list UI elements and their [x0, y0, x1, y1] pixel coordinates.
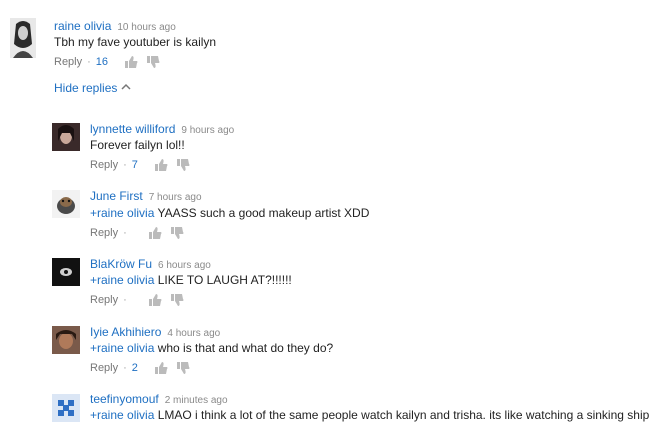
comment-body: who is that and what do they do?: [154, 341, 334, 355]
separator-dot: ·: [123, 227, 127, 239]
like-count: 16: [95, 56, 109, 68]
avatar[interactable]: [52, 394, 80, 422]
comment-actions: Reply · 2: [90, 361, 190, 375]
thumbs-down-icon[interactable]: [146, 55, 160, 69]
thumbs-up-icon[interactable]: [154, 361, 168, 375]
avatar[interactable]: [52, 258, 80, 286]
timestamp[interactable]: 9 hours ago: [181, 125, 234, 136]
mention-link[interactable]: +raine olivia: [90, 408, 154, 422]
author: raine olivia 10 hours ago: [54, 19, 176, 33]
thumbs-up-icon[interactable]: [154, 158, 168, 172]
separator-dot: ·: [123, 159, 127, 171]
mention-link[interactable]: +raine olivia: [90, 206, 154, 220]
timestamp[interactable]: 6 hours ago: [158, 260, 211, 271]
reply-button[interactable]: Reply: [90, 227, 118, 239]
timestamp[interactable]: 10 hours ago: [117, 22, 175, 33]
author: lynnette williford 9 hours ago: [90, 122, 234, 136]
hide-replies-label: Hide replies: [54, 81, 118, 95]
like-count: 2: [131, 362, 138, 374]
avatar[interactable]: [52, 326, 80, 354]
author-name[interactable]: June First: [90, 189, 143, 203]
reply-button[interactable]: Reply: [90, 294, 118, 306]
like-count: 7: [131, 159, 138, 171]
thumbs-up-icon[interactable]: [148, 293, 162, 307]
comment-text: +raine olivia YAASS such a good makeup a…: [90, 206, 369, 220]
avatar[interactable]: [52, 123, 80, 151]
comment-actions: Reply ·: [90, 293, 184, 307]
reply-button[interactable]: Reply: [90, 159, 118, 171]
reply-button[interactable]: Reply: [54, 56, 82, 68]
comment-body: LMAO i think a lot of the same people wa…: [154, 408, 650, 422]
comment-actions: Reply · 7: [90, 158, 190, 172]
thumbs-up-icon[interactable]: [124, 55, 138, 69]
mention-link[interactable]: +raine olivia: [90, 273, 154, 287]
comment-actions: Reply ·: [90, 226, 184, 240]
separator-dot: ·: [123, 362, 127, 374]
author-name[interactable]: BlaKröw Fu: [90, 257, 152, 271]
comment-text: Tbh my fave youtuber is kailyn: [54, 35, 217, 49]
thumbs-up-icon[interactable]: [148, 226, 162, 240]
hide-replies-button[interactable]: Hide replies: [54, 81, 131, 95]
thumbs-down-icon[interactable]: [170, 293, 184, 307]
author: Iyie Akhihiero 4 hours ago: [90, 325, 220, 339]
author: June First 7 hours ago: [90, 189, 202, 203]
reply-button[interactable]: Reply: [90, 362, 118, 374]
comment-text: +raine olivia who is that and what do th…: [90, 341, 333, 355]
thumbs-down-icon[interactable]: [176, 361, 190, 375]
timestamp[interactable]: 2 minutes ago: [165, 395, 228, 406]
separator-dot: ·: [87, 56, 91, 68]
chevron-up-icon: [121, 83, 131, 90]
separator-dot: ·: [123, 294, 127, 306]
comment-body: LIKE TO LAUGH AT?!!!!!!: [154, 273, 292, 287]
comment-text: +raine olivia LIKE TO LAUGH AT?!!!!!!: [90, 273, 292, 287]
author: teefinyomouf 2 minutes ago: [90, 392, 228, 406]
thumbs-down-icon[interactable]: [170, 226, 184, 240]
comment-body: YAASS such a good makeup artist XDD: [154, 206, 370, 220]
author-name[interactable]: teefinyomouf: [90, 392, 159, 406]
comment-text: +raine olivia LMAO i think a lot of the …: [90, 408, 649, 422]
avatar[interactable]: [52, 190, 80, 218]
author: BlaKröw Fu 6 hours ago: [90, 257, 211, 271]
author-name[interactable]: raine olivia: [54, 19, 111, 33]
author-name[interactable]: Iyie Akhihiero: [90, 325, 161, 339]
comment-actions: Reply · 16: [54, 55, 160, 69]
comment-body: Forever failyn lol!!: [90, 138, 185, 152]
mention-link[interactable]: +raine olivia: [90, 341, 154, 355]
author-name[interactable]: lynnette williford: [90, 122, 175, 136]
timestamp[interactable]: 7 hours ago: [149, 192, 202, 203]
timestamp[interactable]: 4 hours ago: [167, 328, 220, 339]
avatar[interactable]: [10, 18, 36, 58]
thumbs-down-icon[interactable]: [176, 158, 190, 172]
comment-text: Forever failyn lol!!: [90, 138, 185, 152]
